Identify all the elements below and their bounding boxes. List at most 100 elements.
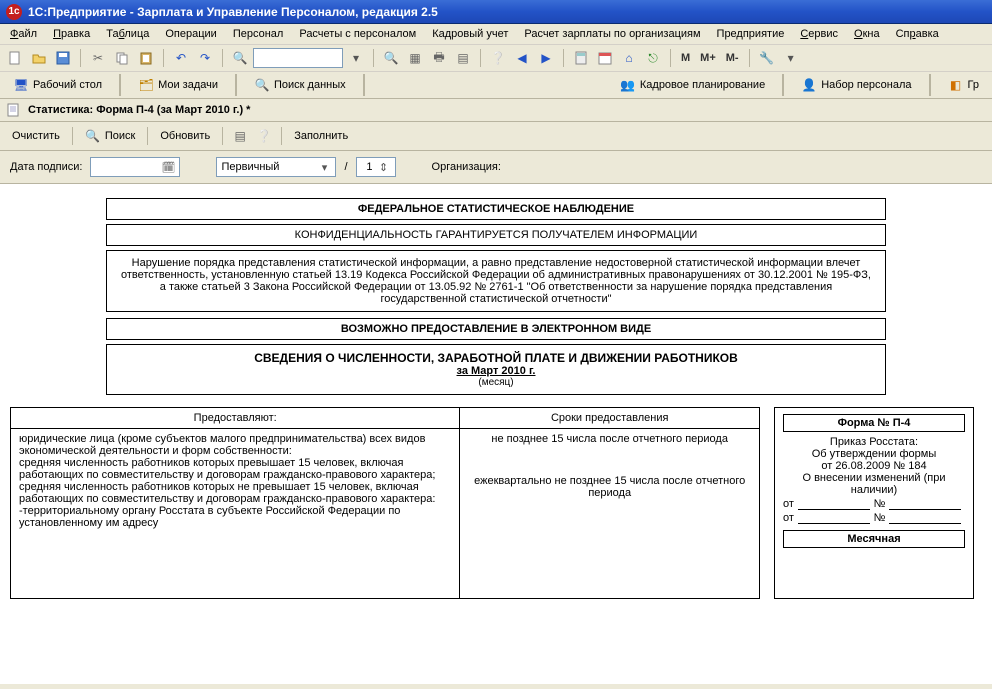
menu-enterprise[interactable]: Предприятие: [711, 26, 791, 42]
correction-type-value: Первичный: [221, 161, 313, 173]
clear-button[interactable]: Очистить: [6, 128, 66, 144]
correction-type-select[interactable]: Первичный ▾: [216, 157, 336, 177]
form-periodicity: Месячная: [783, 530, 965, 548]
menu-edit[interactable]: Правка: [47, 26, 96, 42]
menu-file[interactable]: Файл: [4, 26, 43, 42]
tab-my-tasks[interactable]: 🗂 Мои задачи: [129, 74, 227, 96]
tab-desktop-label: Рабочий стол: [33, 79, 102, 91]
col-provide-body: юридические лица (кроме субъектов малого…: [11, 429, 460, 599]
document-params: Дата подписи: 🗓 Первичный ▾ / 1 ⇕ Органи…: [0, 151, 992, 184]
search-data-icon: 🔍: [254, 77, 270, 93]
tasks-icon: 🗂: [138, 77, 154, 93]
calendar-icon[interactable]: [594, 47, 616, 69]
menu-personnel[interactable]: Персонал: [227, 26, 290, 42]
spinner-icon[interactable]: ⇕: [377, 161, 391, 174]
save-icon[interactable]: [52, 47, 74, 69]
provide-table: Предоставляют: Сроки предоставления юрид…: [10, 407, 760, 599]
panel-bar: 🖥 Рабочий стол 🗂 Мои задачи 🔍 Поиск данн…: [0, 72, 992, 99]
menu-hr[interactable]: Кадровый учет: [426, 26, 514, 42]
help-icon[interactable]: ❔: [487, 47, 509, 69]
zoom-in-icon[interactable]: 🔍: [380, 47, 402, 69]
form-date: от 26.08.2009 № 184: [783, 460, 965, 472]
hierarchy-icon[interactable]: ⎋: [642, 47, 664, 69]
col-terms-hdr: Сроки предоставления: [460, 408, 760, 429]
main-menu: Файл Правка Таблица Операции Персонал Ра…: [0, 24, 992, 45]
preview-icon[interactable]: ▤: [452, 47, 474, 69]
form-changes: О внесении изменений (при наличии): [783, 472, 965, 496]
col-terms-body: не позднее 15 числа после отчетного пери…: [460, 429, 760, 599]
paste-icon[interactable]: [135, 47, 157, 69]
hr-plan-icon: 👥: [620, 77, 636, 93]
memory-m[interactable]: M: [677, 52, 694, 64]
action-help-icon[interactable]: ❔: [253, 125, 275, 147]
settings-icon[interactable]: 🔧: [756, 47, 778, 69]
report-header-2: КОНФИДЕНЦИАЛЬНОСТЬ ГАРАНТИРУЕТСЯ ПОЛУЧАТ…: [106, 224, 886, 246]
refresh-button[interactable]: Обновить: [154, 128, 216, 144]
gr-icon: ◧: [948, 77, 964, 93]
menu-table[interactable]: Таблица: [100, 26, 155, 42]
print-icon[interactable]: 🖶: [428, 47, 450, 69]
report-heading: СВЕДЕНИЯ О ЧИСЛЕННОСТИ, ЗАРАБОТНОЙ ПЛАТЕ…: [106, 344, 886, 395]
sign-date-field[interactable]: 🗓: [90, 157, 180, 177]
form-order: Приказ Росстата:: [783, 436, 965, 448]
forward-icon[interactable]: ▶: [535, 47, 557, 69]
col-provide-hdr: Предоставляют:: [11, 408, 460, 429]
org-label: Организация:: [432, 161, 501, 173]
tab-desktop[interactable]: 🖥 Рабочий стол: [4, 74, 111, 96]
calendar-picker-icon[interactable]: 🗓: [161, 161, 175, 174]
report-lower: Предоставляют: Сроки предоставления юрид…: [10, 407, 982, 599]
report-heading-period: за Март 2010 г.: [117, 365, 875, 377]
tab-hr-plan[interactable]: 👥 Кадровое планирование: [611, 74, 774, 96]
tab-search-label: Поиск данных: [274, 79, 346, 91]
window-titlebar: 1c 1С:Предприятие - Зарплата и Управлени…: [0, 0, 992, 24]
menu-operations[interactable]: Операции: [159, 26, 222, 42]
open-icon[interactable]: [28, 47, 50, 69]
memory-mminus[interactable]: M-: [722, 52, 743, 64]
search-button[interactable]: 🔍 Поиск: [79, 126, 141, 146]
quick-search-input[interactable]: [253, 48, 343, 68]
slash-label: /: [344, 161, 347, 173]
copy-icon[interactable]: [111, 47, 133, 69]
find-icon[interactable]: 🔍: [229, 47, 251, 69]
search-icon: 🔍: [85, 128, 101, 144]
calc-icon[interactable]: [570, 47, 592, 69]
org-icon[interactable]: ⌂: [618, 47, 640, 69]
new-icon[interactable]: [4, 47, 26, 69]
doc-icon: [6, 102, 22, 118]
report-heading-sub: (месяц): [117, 377, 875, 388]
terms-para-1: не позднее 15 числа после отчетного пери…: [468, 433, 751, 445]
action-extra-icon[interactable]: ▤: [229, 125, 251, 147]
tab-recruit-label: Набор персонала: [821, 79, 911, 91]
menu-windows[interactable]: Окна: [848, 26, 886, 42]
redo-icon[interactable]: ↷: [194, 47, 216, 69]
tab-search-data[interactable]: 🔍 Поиск данных: [245, 74, 355, 96]
form-number: Форма № П-4: [783, 414, 965, 432]
terms-para-2: ежеквартально не позднее 15 числа после …: [468, 475, 751, 499]
report-header-1: ФЕДЕРАЛЬНОЕ СТАТИСТИЧЕСКОЕ НАБЛЮДЕНИЕ: [106, 198, 886, 220]
correction-num-field[interactable]: 1 ⇕: [356, 157, 396, 177]
tab-gr-label: Гр: [968, 79, 979, 91]
document-action-bar: Очистить 🔍 Поиск Обновить ▤ ❔ Заполнить: [0, 122, 992, 151]
menu-service[interactable]: Сервис: [794, 26, 844, 42]
chevron-down-icon[interactable]: ▾: [317, 161, 331, 174]
memory-mplus[interactable]: M+: [696, 52, 720, 64]
menu-help[interactable]: Справка: [890, 26, 945, 42]
form-approval: Об утверждении формы: [783, 448, 965, 460]
dropdown2-icon[interactable]: ▾: [780, 47, 802, 69]
correction-num-value: 1: [366, 161, 372, 173]
undo-icon[interactable]: ↶: [170, 47, 192, 69]
grid-toggle-icon[interactable]: ▦: [404, 47, 426, 69]
back-icon[interactable]: ◀: [511, 47, 533, 69]
form-meta-block: Форма № П-4 Приказ Росстата: Об утвержде…: [774, 407, 974, 599]
report-electronic: ВОЗМОЖНО ПРЕДОСТАВЛЕНИЕ В ЭЛЕКТРОННОМ ВИ…: [106, 318, 886, 340]
dropdown-icon[interactable]: ▾: [345, 47, 367, 69]
cut-icon[interactable]: ✂: [87, 47, 109, 69]
document-title: Статистика: Форма П-4 (за Март 2010 г.) …: [28, 104, 250, 116]
tab-tasks-label: Мои задачи: [158, 79, 218, 91]
tab-gr[interactable]: ◧ Гр: [939, 74, 988, 96]
tab-recruit[interactable]: 👤 Набор персонала: [792, 74, 920, 96]
menu-payroll[interactable]: Расчет зарплаты по организациям: [518, 26, 706, 42]
menu-calc[interactable]: Расчеты с персоналом: [293, 26, 422, 42]
fill-button[interactable]: Заполнить: [288, 128, 354, 144]
sign-date-label: Дата подписи:: [10, 161, 82, 173]
